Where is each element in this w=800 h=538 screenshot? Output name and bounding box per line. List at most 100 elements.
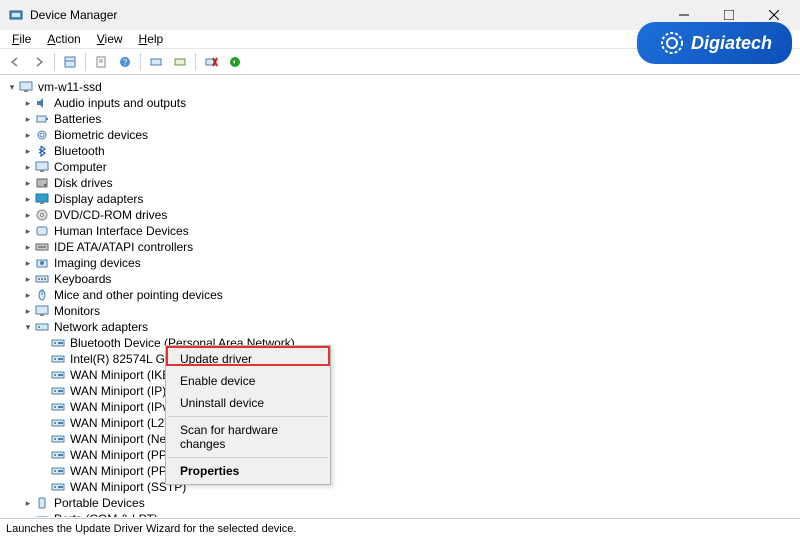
svg-text:?: ? bbox=[123, 58, 128, 67]
menu-view[interactable]: View bbox=[89, 30, 131, 48]
expand-icon[interactable]: ▸ bbox=[22, 145, 34, 157]
device-node[interactable]: ▸ WAN Miniport (L2TP) bbox=[2, 415, 798, 431]
expand-icon[interactable]: ▸ bbox=[22, 273, 34, 285]
device-node[interactable]: ▸ WAN Miniport (Network M bbox=[2, 431, 798, 447]
device-node[interactable]: ▸ WAN Miniport (IKEv2) bbox=[2, 367, 798, 383]
network-adapter-icon bbox=[50, 432, 66, 446]
category-node[interactable]: ▸ Monitors bbox=[2, 303, 798, 319]
category-label: Keyboards bbox=[54, 272, 111, 286]
category-label: DVD/CD-ROM drives bbox=[54, 208, 167, 222]
device-node[interactable]: ▸ WAN Miniport (SSTP) bbox=[2, 479, 798, 495]
category-label: Bluetooth bbox=[54, 144, 105, 158]
expand-icon[interactable]: ▸ bbox=[22, 241, 34, 253]
biometric-icon bbox=[34, 128, 50, 142]
category-node[interactable]: ▸ Keyboards bbox=[2, 271, 798, 287]
scan-button[interactable] bbox=[145, 51, 167, 73]
category-node[interactable]: ▸ IDE ATA/ATAPI controllers bbox=[2, 239, 798, 255]
category-node[interactable]: ▸ Mice and other pointing devices bbox=[2, 287, 798, 303]
cm-update-driver[interactable]: Update driver bbox=[168, 348, 328, 370]
computer-icon bbox=[18, 80, 34, 94]
category-node[interactable]: ▸ Biometric devices bbox=[2, 127, 798, 143]
network-icon bbox=[34, 320, 50, 334]
help-button[interactable]: ? bbox=[114, 51, 136, 73]
update-driver-button[interactable] bbox=[169, 51, 191, 73]
watermark-text: Digiatech bbox=[691, 33, 772, 54]
category-node[interactable]: ▸ Ports (COM & LPT) bbox=[2, 511, 798, 517]
device-label: WAN Miniport (IP) bbox=[70, 384, 166, 398]
category-label: Display adapters bbox=[54, 192, 143, 206]
expand-icon[interactable]: ▸ bbox=[22, 209, 34, 221]
cm-separator bbox=[168, 457, 328, 458]
mouse-icon bbox=[34, 288, 50, 302]
watermark-icon bbox=[657, 28, 687, 58]
menu-help[interactable]: Help bbox=[131, 30, 172, 48]
device-node[interactable]: ▸ WAN Miniport (IP) bbox=[2, 383, 798, 399]
battery-icon bbox=[34, 112, 50, 126]
properties-button[interactable] bbox=[90, 51, 112, 73]
menu-action[interactable]: Action bbox=[39, 30, 88, 48]
window-title: Device Manager bbox=[30, 8, 117, 22]
enable-button[interactable] bbox=[224, 51, 246, 73]
keyboard-icon bbox=[34, 272, 50, 286]
category-node[interactable]: ▸ Disk drives bbox=[2, 175, 798, 191]
audio-icon bbox=[34, 96, 50, 110]
expand-icon[interactable]: ▸ bbox=[22, 497, 34, 509]
category-node[interactable]: ▸ Imaging devices bbox=[2, 255, 798, 271]
expand-icon[interactable]: ▸ bbox=[22, 193, 34, 205]
network-adapter-icon bbox=[50, 352, 66, 366]
category-node[interactable]: ▸ Bluetooth bbox=[2, 143, 798, 159]
device-node[interactable]: ▸ Intel(R) 82574L Gigabit Netw bbox=[2, 351, 798, 367]
back-button[interactable] bbox=[4, 51, 26, 73]
expand-icon[interactable]: ▸ bbox=[22, 113, 34, 125]
category-node[interactable]: ▸ Batteries bbox=[2, 111, 798, 127]
expand-icon[interactable]: ▸ bbox=[22, 161, 34, 173]
portable-icon bbox=[34, 496, 50, 510]
expand-icon[interactable]: ▸ bbox=[22, 257, 34, 269]
network-adapter-icon bbox=[50, 384, 66, 398]
expand-icon[interactable]: ▸ bbox=[22, 225, 34, 237]
collapse-icon[interactable]: ▾ bbox=[6, 81, 18, 93]
uninstall-button[interactable] bbox=[200, 51, 222, 73]
hid-icon bbox=[34, 224, 50, 238]
category-node[interactable]: ▸ DVD/CD-ROM drives bbox=[2, 207, 798, 223]
device-node[interactable]: ▸ Bluetooth Device (Personal Area Networ… bbox=[2, 335, 798, 351]
network-adapter-icon bbox=[50, 416, 66, 430]
category-label: Ports (COM & LPT) bbox=[54, 512, 158, 517]
network-adapter-icon bbox=[50, 448, 66, 462]
ide-icon bbox=[34, 240, 50, 254]
forward-button[interactable] bbox=[28, 51, 50, 73]
cm-separator bbox=[168, 416, 328, 417]
category-node[interactable]: ▸ Computer bbox=[2, 159, 798, 175]
category-node[interactable]: ▸ Human Interface Devices bbox=[2, 223, 798, 239]
category-node[interactable]: ▸ Portable Devices bbox=[2, 495, 798, 511]
device-tree[interactable]: ▾ vm-w11-ssd ▸ Audio inputs and outputs … bbox=[0, 75, 800, 517]
cm-uninstall-device[interactable]: Uninstall device bbox=[168, 392, 328, 414]
cm-enable-device[interactable]: Enable device bbox=[168, 370, 328, 392]
network-adapters-node[interactable]: ▾ Network adapters bbox=[2, 319, 798, 335]
category-node[interactable]: ▸ Audio inputs and outputs bbox=[2, 95, 798, 111]
device-node[interactable]: ▸ WAN Miniport (PPTP) bbox=[2, 463, 798, 479]
category-label: Mice and other pointing devices bbox=[54, 288, 223, 302]
device-node[interactable]: ▸ WAN Miniport (PPPOE) bbox=[2, 447, 798, 463]
ports-icon bbox=[34, 512, 50, 517]
device-node[interactable]: ▸ WAN Miniport (IPv6) bbox=[2, 399, 798, 415]
expand-icon[interactable]: ▸ bbox=[22, 305, 34, 317]
network-adapter-icon bbox=[50, 336, 66, 350]
cm-properties[interactable]: Properties bbox=[168, 460, 328, 482]
expand-icon[interactable]: ▸ bbox=[22, 513, 34, 517]
cm-scan-hardware[interactable]: Scan for hardware changes bbox=[168, 419, 328, 455]
root-node[interactable]: ▾ vm-w11-ssd bbox=[2, 79, 798, 95]
category-label: Biometric devices bbox=[54, 128, 148, 142]
expand-icon[interactable]: ▸ bbox=[22, 177, 34, 189]
expand-icon[interactable]: ▸ bbox=[22, 129, 34, 141]
network-label: Network adapters bbox=[54, 320, 148, 334]
category-label: Computer bbox=[54, 160, 107, 174]
menu-file[interactable]: File bbox=[4, 30, 39, 48]
category-node[interactable]: ▸ Display adapters bbox=[2, 191, 798, 207]
category-label: Portable Devices bbox=[54, 496, 145, 510]
expand-icon[interactable]: ▸ bbox=[22, 97, 34, 109]
expand-icon[interactable]: ▸ bbox=[22, 289, 34, 301]
network-adapter-icon bbox=[50, 480, 66, 494]
collapse-icon[interactable]: ▾ bbox=[22, 321, 34, 333]
show-hide-button[interactable] bbox=[59, 51, 81, 73]
